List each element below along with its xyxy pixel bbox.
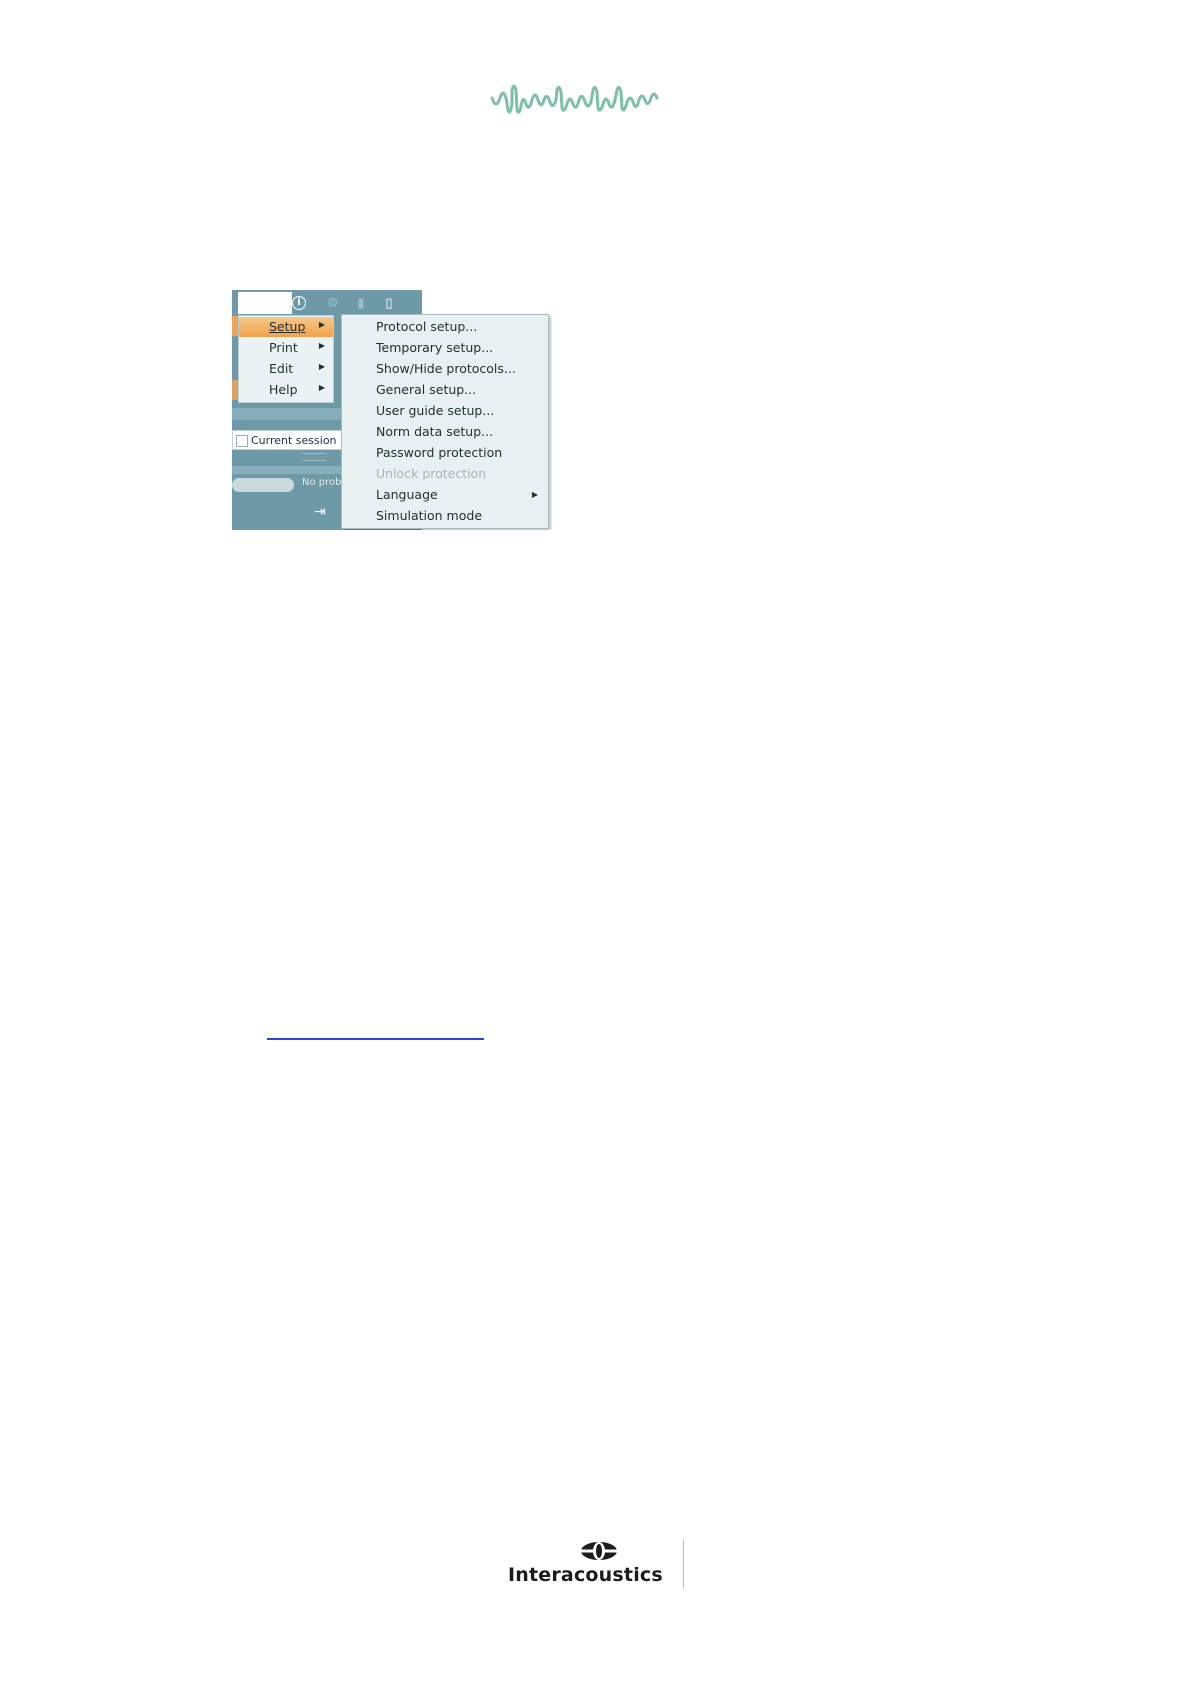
session-checkbox[interactable]	[236, 435, 248, 447]
setup-submenu: Protocol setup... Temporary setup... Sho…	[341, 314, 549, 529]
highlight-strip	[232, 316, 238, 336]
menu-item-print[interactable]: Print ▶	[239, 338, 333, 358]
submenu-item-show-hide-protocols[interactable]: Show/Hide protocols...	[376, 361, 516, 376]
brand-name: Interacoustics	[508, 1564, 663, 1586]
menu-item-edit[interactable]: Edit ▶	[239, 359, 333, 379]
wave-logo-icon	[490, 84, 659, 114]
submenu-item-temporary-setup[interactable]: Temporary setup...	[376, 340, 493, 355]
database-icon[interactable]: ▮	[354, 296, 368, 312]
menu-item-label: Print	[269, 340, 298, 355]
menu-item-setup[interactable]: Setup ▶	[239, 317, 333, 337]
hyperlink[interactable]	[267, 1038, 484, 1040]
setup-menu-screenshot: i ⚙ ▮ ▯ Setup ▶ Print ▶ Edit ▶ Help ▶ Cu…	[232, 290, 552, 530]
resize-grip[interactable]	[302, 453, 326, 461]
submenu-arrow-icon: ▶	[318, 362, 325, 371]
main-menu: Setup ▶ Print ▶ Edit ▶ Help ▶	[238, 315, 334, 403]
toolbar-blank-area	[238, 292, 292, 314]
brand-logo: Interacoustics	[505, 1540, 685, 1588]
submenu-item-general-setup[interactable]: General setup...	[376, 382, 476, 397]
submenu-item-norm-data-setup[interactable]: Norm data setup...	[376, 424, 493, 439]
log-out-icon[interactable]: ⇥	[314, 504, 326, 520]
submenu-item-simulation-mode[interactable]: Simulation mode	[376, 508, 482, 523]
highlight-strip	[232, 380, 238, 400]
submenu-arrow-icon: ▶	[531, 490, 538, 499]
menu-item-label: Help	[269, 382, 298, 397]
submenu-item-password-protection[interactable]: Password protection	[376, 445, 502, 460]
brand-divider	[683, 1540, 684, 1588]
menu-item-label: Edit	[269, 361, 294, 376]
probe-status-text: No prob	[302, 477, 342, 488]
session-label: Current session	[251, 434, 337, 447]
menu-item-help[interactable]: Help ▶	[239, 380, 333, 400]
probe-status-bar	[232, 478, 294, 492]
current-session-row[interactable]: Current session	[232, 430, 342, 450]
submenu-item-unlock-protection: Unlock protection	[376, 466, 487, 481]
submenu-arrow-icon: ▶	[318, 383, 325, 392]
interacoustics-logo-icon	[581, 1542, 617, 1560]
info-icon[interactable]: i	[292, 296, 306, 310]
menu-item-label: Setup	[269, 319, 306, 334]
submenu-item-user-guide-setup[interactable]: User guide setup...	[376, 403, 494, 418]
submenu-arrow-icon: ▶	[318, 320, 325, 329]
submenu-item-language[interactable]: Language	[376, 487, 438, 502]
door-exit-icon[interactable]: ▯	[382, 296, 396, 312]
tools-icon[interactable]: ⚙	[326, 296, 340, 312]
submenu-item-protocol-setup[interactable]: Protocol setup...	[376, 319, 477, 334]
submenu-arrow-icon: ▶	[318, 341, 325, 350]
